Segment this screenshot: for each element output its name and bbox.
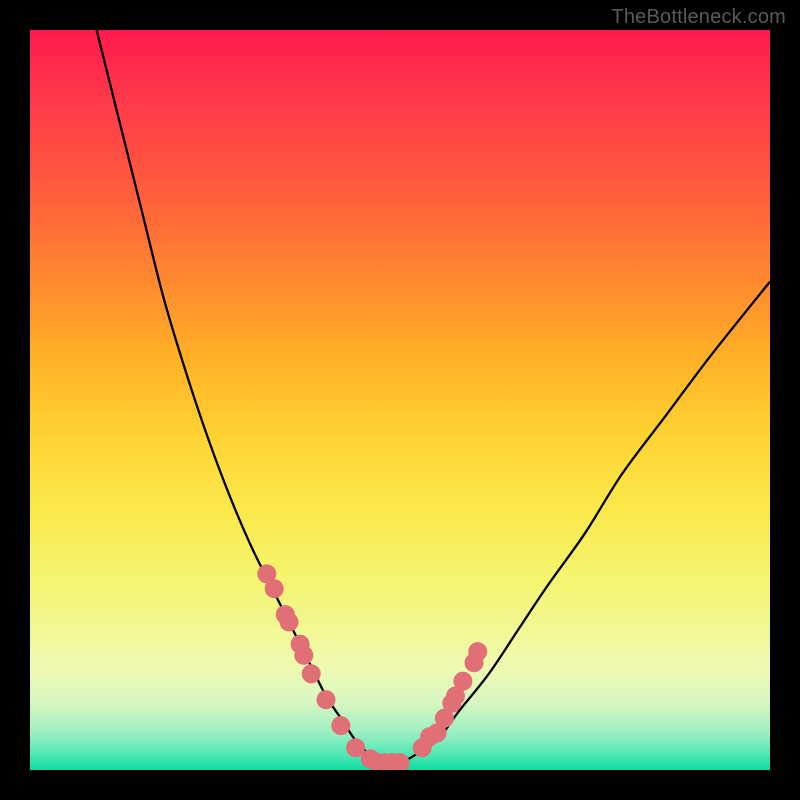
- bottleneck-curve: [97, 30, 770, 764]
- marker-dot: [317, 690, 336, 709]
- marker-dot: [294, 646, 313, 665]
- marker-dot: [265, 579, 284, 598]
- marker-dot: [302, 664, 321, 683]
- marker-dot: [331, 716, 350, 735]
- chart-container: TheBottleneck.com: [0, 0, 800, 800]
- marker-dot: [468, 642, 487, 661]
- chart-svg: [30, 30, 770, 770]
- marker-group: [257, 564, 487, 770]
- marker-dot: [280, 613, 299, 632]
- marker-dot: [453, 672, 472, 691]
- plot-area: [30, 30, 770, 770]
- watermark-text: TheBottleneck.com: [611, 6, 786, 29]
